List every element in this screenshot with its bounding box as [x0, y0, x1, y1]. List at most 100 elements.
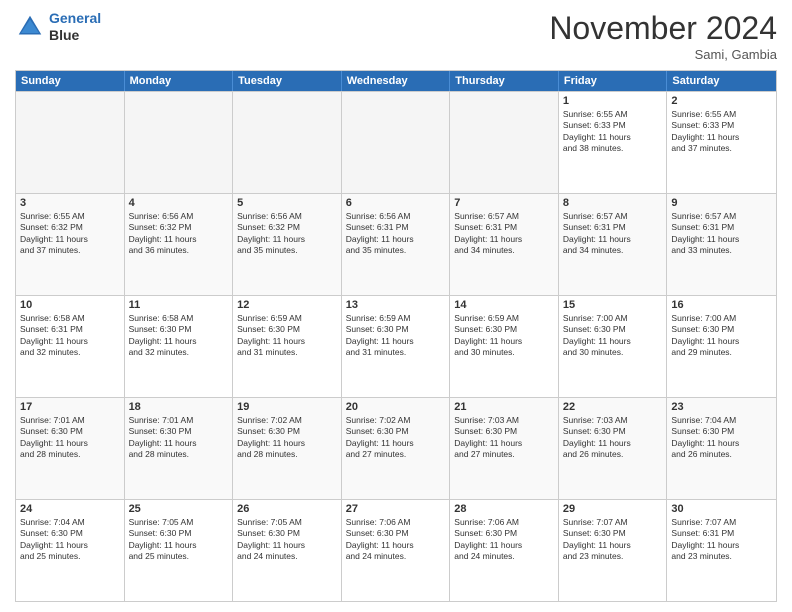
calendar-cell: 9 Sunrise: 6:57 AMSunset: 6:31 PMDaylight…	[667, 194, 776, 295]
day-number: 12	[237, 299, 337, 311]
calendar-row: 1Sunrise: 6:55 AMSunset: 6:33 PMDaylight…	[16, 91, 776, 193]
cell-text: Sunrise: 7:07 AMSunset: 6:30 PMDaylight:…	[563, 517, 663, 563]
calendar-cell	[233, 92, 342, 193]
cell-text: Sunrise: 7:00 AMSunset: 6:30 PMDaylight:…	[563, 313, 663, 359]
calendar-cell: 13 Sunrise: 6:59 AMSunset: 6:30 PMDayligh…	[342, 296, 451, 397]
calendar-cell: 30 Sunrise: 7:07 AMSunset: 6:31 PMDayligh…	[667, 500, 776, 601]
calendar-cell: 11 Sunrise: 6:58 AMSunset: 6:30 PMDayligh…	[125, 296, 234, 397]
calendar-cell: 19 Sunrise: 7:02 AMSunset: 6:30 PMDayligh…	[233, 398, 342, 499]
day-number: 24	[20, 503, 120, 515]
calendar-cell	[342, 92, 451, 193]
day-number: 23	[671, 401, 772, 413]
calendar-cell: 23 Sunrise: 7:04 AMSunset: 6:30 PMDayligh…	[667, 398, 776, 499]
cell-text: Sunrise: 6:57 AMSunset: 6:31 PMDaylight:…	[454, 211, 554, 257]
cell-text: Sunrise: 7:06 AMSunset: 6:30 PMDaylight:…	[346, 517, 446, 563]
calendar-cell: 10 Sunrise: 6:58 AMSunset: 6:31 PMDayligh…	[16, 296, 125, 397]
calendar-cell: 21Sunrise: 7:03 AMSunset: 6:30 PMDayligh…	[450, 398, 559, 499]
calendar-cell: 26 Sunrise: 7:05 AMSunset: 6:30 PMDayligh…	[233, 500, 342, 601]
cell-text: Sunrise: 6:59 AMSunset: 6:30 PMDaylight:…	[346, 313, 446, 359]
cell-text: Sunrise: 6:58 AMSunset: 6:31 PMDaylight:…	[20, 313, 120, 359]
calendar-cell: 4 Sunrise: 6:56 AMSunset: 6:32 PMDaylight…	[125, 194, 234, 295]
day-number: 28	[454, 503, 554, 515]
cell-text: Sunrise: 6:59 AMSunset: 6:30 PMDaylight:…	[237, 313, 337, 359]
weekday-header: Friday	[559, 71, 668, 91]
day-number: 17	[20, 401, 120, 413]
calendar-cell: 3Sunrise: 6:55 AMSunset: 6:32 PMDaylight…	[16, 194, 125, 295]
calendar-cell: 7 Sunrise: 6:57 AMSunset: 6:31 PMDaylight…	[450, 194, 559, 295]
day-number: 27	[346, 503, 446, 515]
cell-text: Sunrise: 6:55 AMSunset: 6:32 PMDaylight:…	[20, 211, 120, 257]
calendar-cell: 5 Sunrise: 6:56 AMSunset: 6:32 PMDaylight…	[233, 194, 342, 295]
cell-text: Sunrise: 7:05 AMSunset: 6:30 PMDaylight:…	[129, 517, 229, 563]
calendar-cell	[16, 92, 125, 193]
cell-text: Sunrise: 7:03 AMSunset: 6:30 PMDaylight:…	[563, 415, 663, 461]
logo-text: General Blue	[49, 10, 101, 44]
weekday-header: Tuesday	[233, 71, 342, 91]
weekday-header: Monday	[125, 71, 234, 91]
cell-text: Sunrise: 7:06 AMSunset: 6:30 PMDaylight:…	[454, 517, 554, 563]
cell-text: Sunrise: 7:02 AMSunset: 6:30 PMDaylight:…	[237, 415, 337, 461]
weekday-header: Thursday	[450, 71, 559, 91]
cell-text: Sunrise: 7:07 AMSunset: 6:31 PMDaylight:…	[671, 517, 772, 563]
day-number: 7	[454, 197, 554, 209]
day-number: 1	[563, 95, 663, 107]
calendar-cell: 28 Sunrise: 7:06 AMSunset: 6:30 PMDayligh…	[450, 500, 559, 601]
month-title: November 2024	[549, 10, 777, 47]
day-number: 16	[671, 299, 772, 311]
location: Sami, Gambia	[549, 47, 777, 62]
cell-text: Sunrise: 7:01 AMSunset: 6:30 PMDaylight:…	[20, 415, 120, 461]
title-block: November 2024 Sami, Gambia	[549, 10, 777, 62]
calendar-cell: 1Sunrise: 6:55 AMSunset: 6:33 PMDaylight…	[559, 92, 668, 193]
calendar-cell: 6 Sunrise: 6:56 AMSunset: 6:31 PMDaylight…	[342, 194, 451, 295]
weekday-header: Saturday	[667, 71, 776, 91]
day-number: 22	[563, 401, 663, 413]
weekday-header: Sunday	[16, 71, 125, 91]
day-number: 18	[129, 401, 229, 413]
calendar-cell: 17 Sunrise: 7:01 AMSunset: 6:30 PMDayligh…	[16, 398, 125, 499]
day-number: 4	[129, 197, 229, 209]
cell-text: Sunrise: 7:01 AMSunset: 6:30 PMDaylight:…	[129, 415, 229, 461]
calendar-cell: 16Sunrise: 7:00 AMSunset: 6:30 PMDayligh…	[667, 296, 776, 397]
cell-text: Sunrise: 6:57 AMSunset: 6:31 PMDaylight:…	[671, 211, 772, 257]
day-number: 10	[20, 299, 120, 311]
day-number: 30	[671, 503, 772, 515]
logo: General Blue	[15, 10, 101, 44]
calendar-cell	[125, 92, 234, 193]
calendar-cell: 2Sunrise: 6:55 AMSunset: 6:33 PMDaylight…	[667, 92, 776, 193]
calendar-cell: 22 Sunrise: 7:03 AMSunset: 6:30 PMDayligh…	[559, 398, 668, 499]
calendar-row: 3Sunrise: 6:55 AMSunset: 6:32 PMDaylight…	[16, 193, 776, 295]
day-number: 6	[346, 197, 446, 209]
cell-text: Sunrise: 6:56 AMSunset: 6:31 PMDaylight:…	[346, 211, 446, 257]
cell-text: Sunrise: 7:04 AMSunset: 6:30 PMDaylight:…	[671, 415, 772, 461]
day-number: 9	[671, 197, 772, 209]
calendar-cell: 27 Sunrise: 7:06 AMSunset: 6:30 PMDayligh…	[342, 500, 451, 601]
day-number: 26	[237, 503, 337, 515]
cell-text: Sunrise: 6:57 AMSunset: 6:31 PMDaylight:…	[563, 211, 663, 257]
day-number: 13	[346, 299, 446, 311]
weekday-header: Wednesday	[342, 71, 451, 91]
day-number: 15	[563, 299, 663, 311]
calendar-row: 10 Sunrise: 6:58 AMSunset: 6:31 PMDayligh…	[16, 295, 776, 397]
day-number: 21	[454, 401, 554, 413]
day-number: 19	[237, 401, 337, 413]
calendar-cell: 20Sunrise: 7:02 AMSunset: 6:30 PMDayligh…	[342, 398, 451, 499]
calendar-row: 17 Sunrise: 7:01 AMSunset: 6:30 PMDayligh…	[16, 397, 776, 499]
cell-text: Sunrise: 6:59 AMSunset: 6:30 PMDaylight:…	[454, 313, 554, 359]
logo-icon	[15, 12, 45, 42]
cell-text: Sunrise: 7:02 AMSunset: 6:30 PMDaylight:…	[346, 415, 446, 461]
page: General Blue November 2024 Sami, Gambia …	[0, 0, 792, 612]
day-number: 11	[129, 299, 229, 311]
calendar-cell: 25 Sunrise: 7:05 AMSunset: 6:30 PMDayligh…	[125, 500, 234, 601]
day-number: 25	[129, 503, 229, 515]
header: General Blue November 2024 Sami, Gambia	[15, 10, 777, 62]
calendar-cell: 24Sunrise: 7:04 AMSunset: 6:30 PMDayligh…	[16, 500, 125, 601]
cell-text: Sunrise: 6:56 AMSunset: 6:32 PMDaylight:…	[237, 211, 337, 257]
day-number: 14	[454, 299, 554, 311]
calendar-cell: 8Sunrise: 6:57 AMSunset: 6:31 PMDaylight…	[559, 194, 668, 295]
calendar-cell: 18 Sunrise: 7:01 AMSunset: 6:30 PMDayligh…	[125, 398, 234, 499]
cell-text: Sunrise: 7:05 AMSunset: 6:30 PMDaylight:…	[237, 517, 337, 563]
day-number: 29	[563, 503, 663, 515]
cell-text: Sunrise: 6:56 AMSunset: 6:32 PMDaylight:…	[129, 211, 229, 257]
day-number: 5	[237, 197, 337, 209]
cell-text: Sunrise: 6:58 AMSunset: 6:30 PMDaylight:…	[129, 313, 229, 359]
